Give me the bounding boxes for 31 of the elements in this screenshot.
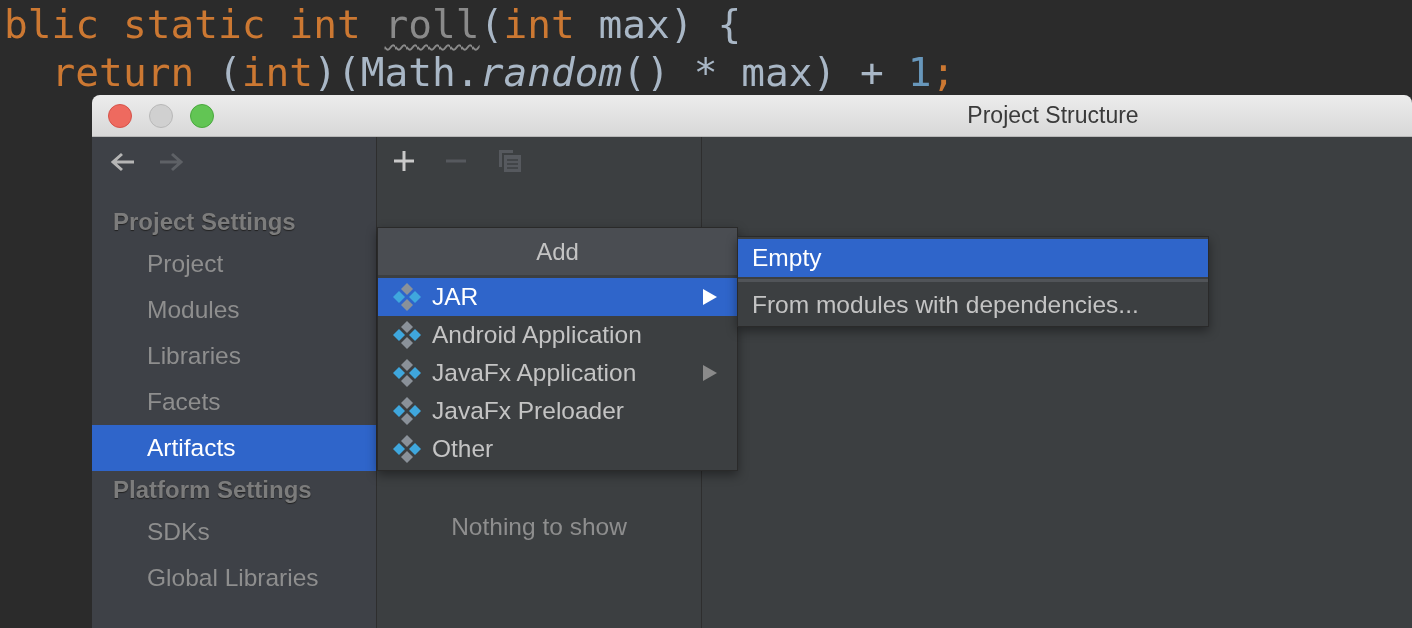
menu-item[interactable]: JavaFx Application	[378, 354, 737, 392]
menu-item[interactable]: JAR	[378, 278, 737, 316]
sidebar-item[interactable]: Global Libraries	[92, 555, 376, 601]
section-header: Platform Settings	[112, 475, 313, 505]
sidebar-item[interactable]: Facets	[92, 379, 376, 425]
diamond-icon	[392, 282, 422, 312]
submenu-item[interactable]: From modules with dependencies...	[738, 286, 1208, 324]
submenu-item[interactable]: Empty	[738, 239, 1208, 277]
code-line: return (int)(Math.random() * max) + 1;	[50, 48, 956, 96]
sidebar-item[interactable]: Modules	[92, 287, 376, 333]
add-icon[interactable]	[393, 150, 415, 172]
code-line: blic static int roll(int max) {	[4, 0, 743, 48]
sidebar-item[interactable]: SDKs	[92, 509, 376, 555]
diamond-icon	[392, 434, 422, 464]
menu-item[interactable]: Android Application	[378, 316, 737, 354]
menu-item[interactable]: Other	[378, 430, 737, 468]
diamond-icon	[392, 320, 422, 350]
menu-item[interactable]: JavaFx Preloader	[378, 392, 737, 430]
close-icon[interactable]	[108, 103, 132, 128]
back-arrow-icon[interactable]	[108, 150, 136, 174]
window-title: Project Structure	[966, 102, 1140, 129]
sidebar-item[interactable]: Artifacts	[92, 425, 376, 471]
diamond-icon	[392, 358, 422, 388]
maximize-icon[interactable]	[190, 103, 214, 128]
diamond-icon	[392, 396, 422, 426]
empty-message: Nothing to show	[450, 512, 628, 542]
sidebar-item[interactable]: Project	[92, 241, 376, 287]
section-header: Project Settings	[112, 207, 297, 237]
menu-title: Add	[378, 228, 737, 275]
minimize-icon[interactable]	[149, 103, 173, 128]
sidebar-item[interactable]: Libraries	[92, 333, 376, 379]
